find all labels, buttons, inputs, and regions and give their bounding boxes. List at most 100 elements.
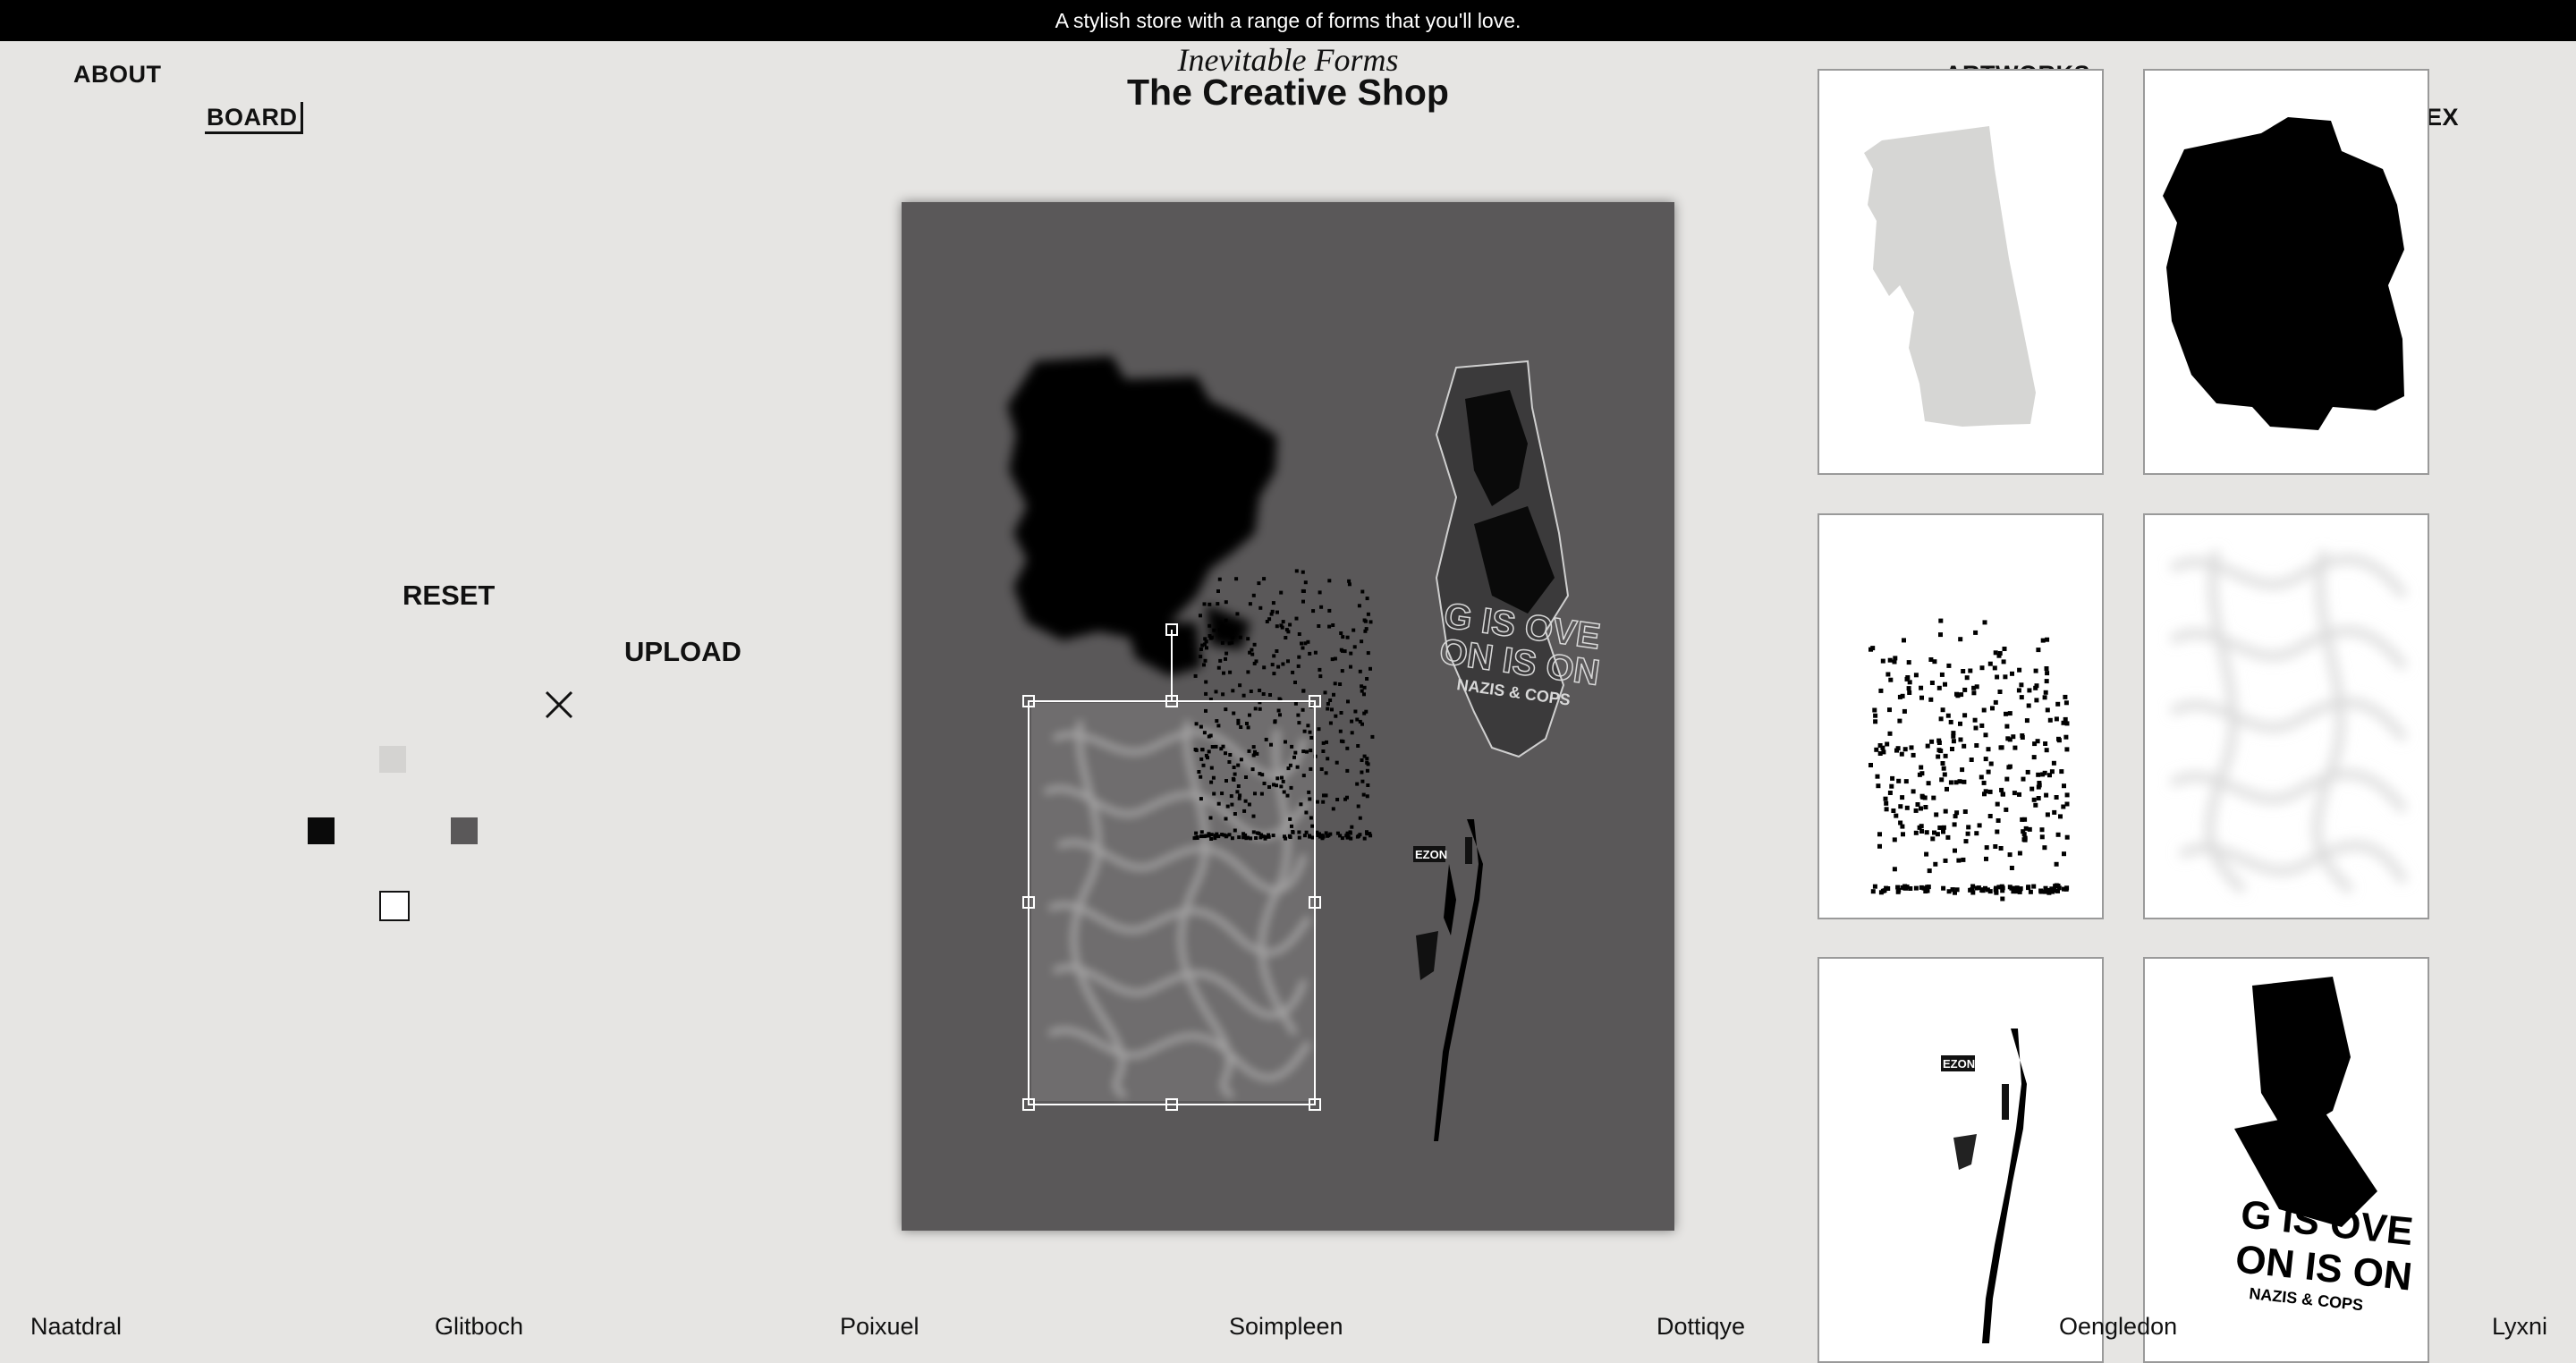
scatter-dot: [1362, 692, 1366, 697]
scatter-dot: [2012, 791, 2017, 796]
nav-about[interactable]: ABOUT: [73, 61, 162, 89]
scatter-dot: [1309, 749, 1313, 753]
scatter-dot: [1998, 745, 2004, 750]
black-blob-shape[interactable]: [1007, 356, 1277, 676]
reset-button[interactable]: RESET: [402, 580, 495, 612]
thumbnail-soft-blur[interactable]: [2143, 513, 2429, 919]
footer-link-lyxni[interactable]: Lyxni: [2492, 1313, 2547, 1341]
swatch-white[interactable]: [379, 891, 410, 921]
scatter-dot: [1315, 800, 1319, 804]
scatter-dot: [2004, 776, 2010, 782]
scatter-dot: [1231, 776, 1235, 781]
scatter-dot: [1327, 608, 1332, 613]
scatter-dot: [1877, 743, 1883, 748]
scatter-dot: [1955, 693, 1961, 698]
footer-link-dottiqye[interactable]: Dottiqye: [1657, 1313, 1745, 1341]
scatter-dot: [2039, 827, 2045, 833]
scatter-dot: [1340, 669, 1344, 673]
scatter-dot: [1199, 775, 1203, 779]
scatter-dot: [1365, 794, 1369, 799]
swatch-dark-gray[interactable]: [451, 817, 478, 844]
scatter-dot: [2004, 807, 2009, 812]
upload-button[interactable]: UPLOAD: [624, 636, 741, 668]
footer-link-glitboch[interactable]: Glitboch: [435, 1313, 523, 1341]
scatter-dot: [1941, 766, 1946, 771]
thumbnail-pixel-silhouette[interactable]: [1818, 69, 2104, 475]
scatter-dot: [2062, 783, 2066, 789]
scatter-dot: [1276, 708, 1281, 713]
artboard-canvas[interactable]: G IS OVE ON IS ON NAZIS & COPS EZON: [902, 202, 1674, 1231]
scatter-dot: [1339, 711, 1343, 715]
thumbnail-poster-fragment[interactable]: G IS OVE ON IS ON NAZIS & COPS: [2143, 957, 2429, 1363]
announcement-banner: A stylish store with a range of forms th…: [0, 0, 2576, 41]
scatter-dot: [1217, 577, 1222, 581]
swatch-black[interactable]: [308, 817, 335, 844]
brand-title[interactable]: The Creative Shop: [1020, 72, 1556, 114]
scatter-dot: [2054, 716, 2059, 722]
scatter-dot: [1974, 885, 1979, 891]
footer-link-poixuel[interactable]: Poixuel: [840, 1313, 919, 1341]
scatter-dot: [1941, 829, 1945, 834]
scatter-dot: [1358, 816, 1362, 820]
scatter-dot: [1964, 675, 1970, 681]
scatter-dot: [1284, 740, 1287, 744]
scatter-dot: [1873, 713, 1878, 718]
scatter-dot: [1870, 889, 1876, 894]
scatter-dot: [2009, 885, 2014, 891]
scatter-dot: [1204, 691, 1208, 696]
scatter-dot: [1236, 763, 1241, 767]
scatter-dot: [1897, 718, 1902, 724]
footer-link-oengledon[interactable]: Oengledon: [2059, 1313, 2177, 1341]
soft-texture-shape[interactable]: [1031, 703, 1316, 1101]
footer-link-naatdral[interactable]: Naatdral: [30, 1313, 122, 1341]
scatter-dot: [1290, 824, 1293, 828]
scatter-dot: [1941, 885, 1946, 891]
scatter-dot: [1970, 890, 1976, 895]
scatter-dot: [2045, 637, 2050, 642]
scatter-dot: [1942, 772, 1947, 777]
scatter-dot: [2033, 668, 2038, 673]
scatter-dot: [1880, 888, 1885, 893]
scatter-dot: [1284, 836, 1288, 841]
scatter-dot: [1898, 804, 1903, 809]
scatter-dot: [1281, 779, 1285, 783]
glitch-strip-shape[interactable]: EZON: [1413, 819, 1483, 1141]
scatter-dot: [1984, 856, 1988, 861]
scatter-dot: [1301, 646, 1305, 650]
scatter-dot: [1197, 770, 1201, 774]
scatter-dot: [1228, 670, 1233, 674]
scatter-dot: [1363, 619, 1368, 623]
scatter-dot: [2059, 769, 2064, 775]
scatter-dot: [1352, 628, 1356, 632]
scatter-dot: [2017, 851, 2022, 856]
scatter-dot: [2047, 773, 2052, 778]
scatter-dot: [2036, 796, 2041, 800]
scatter-dot: [2040, 772, 2046, 777]
scatter-dot: [1979, 775, 1984, 780]
scatter-dot: [1913, 830, 1919, 835]
scatter-dot: [1339, 631, 1343, 635]
scatter-dot: [1267, 785, 1271, 789]
thumbnail-dotted-scatter[interactable]: [1818, 513, 2104, 919]
scatter-dot: [1943, 858, 1948, 863]
scatter-dot: [1281, 662, 1285, 666]
swatch-light-gray[interactable]: [379, 746, 406, 773]
thumbnail-black-blob[interactable]: [2143, 69, 2429, 475]
nav-board[interactable]: BOARD: [205, 102, 303, 134]
scatter-dot: [1294, 569, 1299, 573]
scatter-dot: [1936, 738, 1942, 743]
scatter-dot: [1350, 719, 1354, 724]
scatter-dot: [1257, 581, 1261, 586]
scatter-dot: [1230, 802, 1234, 807]
close-icon[interactable]: [542, 688, 576, 722]
scatter-dot: [1241, 693, 1246, 698]
scatter-dot: [1250, 652, 1255, 656]
poster-fragment-shape[interactable]: G IS OVE ON IS ON NAZIS & COPS: [1435, 360, 1604, 758]
scatter-dot: [1275, 649, 1279, 653]
scatter-dot: [1349, 665, 1352, 669]
scatter-dot: [1887, 657, 1893, 663]
thumbnail-glitch-strip[interactable]: EZON: [1818, 957, 2104, 1363]
scatter-dot: [1936, 754, 1941, 759]
scatter-dot: [1199, 757, 1204, 761]
footer-link-soimpleen[interactable]: Soimpleen: [1229, 1313, 1343, 1341]
